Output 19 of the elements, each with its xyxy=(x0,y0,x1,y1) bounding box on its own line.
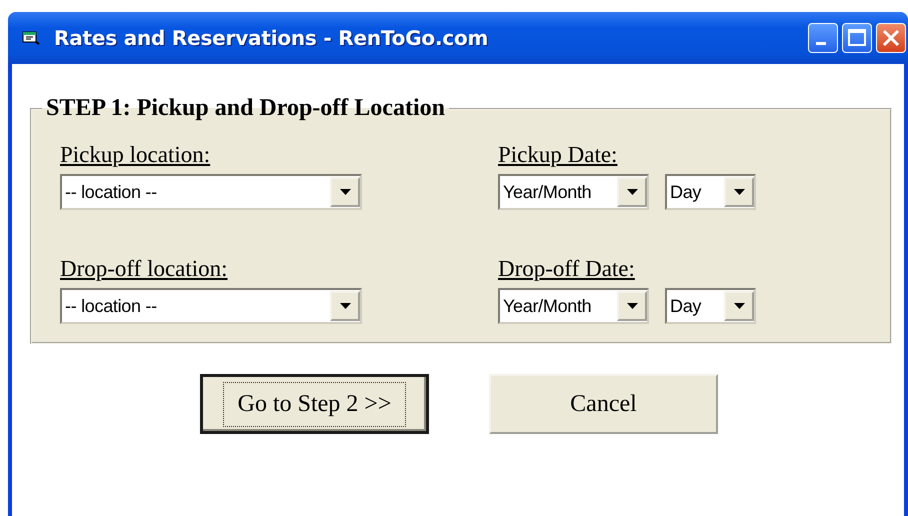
maximize-button[interactable] xyxy=(842,23,872,53)
minimize-button[interactable] xyxy=(808,23,838,53)
window-icon xyxy=(22,30,40,46)
close-button[interactable] xyxy=(876,23,906,53)
minimize-icon xyxy=(816,42,826,45)
group-title: STEP 1: Pickup and Drop-off Location xyxy=(45,95,446,122)
field-label: Drop-off Date: xyxy=(498,256,636,282)
field-label: Drop-off location: xyxy=(60,256,229,282)
field-label: Pickup Date: xyxy=(498,142,618,168)
dropdown[interactable]: Day xyxy=(665,288,756,324)
cancel-button[interactable]: Cancel xyxy=(489,374,718,434)
window-title: Rates and Reservations - RenToGo.com xyxy=(54,26,488,50)
dropdown[interactable]: Year/Month xyxy=(498,174,649,210)
dropdown[interactable]: Year/Month xyxy=(498,288,649,324)
dropdown[interactable]: -- location -- xyxy=(60,174,362,210)
dropdown[interactable]: Day xyxy=(665,174,756,210)
dropdown[interactable]: -- location -- xyxy=(60,288,362,324)
next-step-button[interactable]: Go to Step 2 >> xyxy=(200,374,429,434)
field-label: Pickup location: xyxy=(60,142,212,168)
